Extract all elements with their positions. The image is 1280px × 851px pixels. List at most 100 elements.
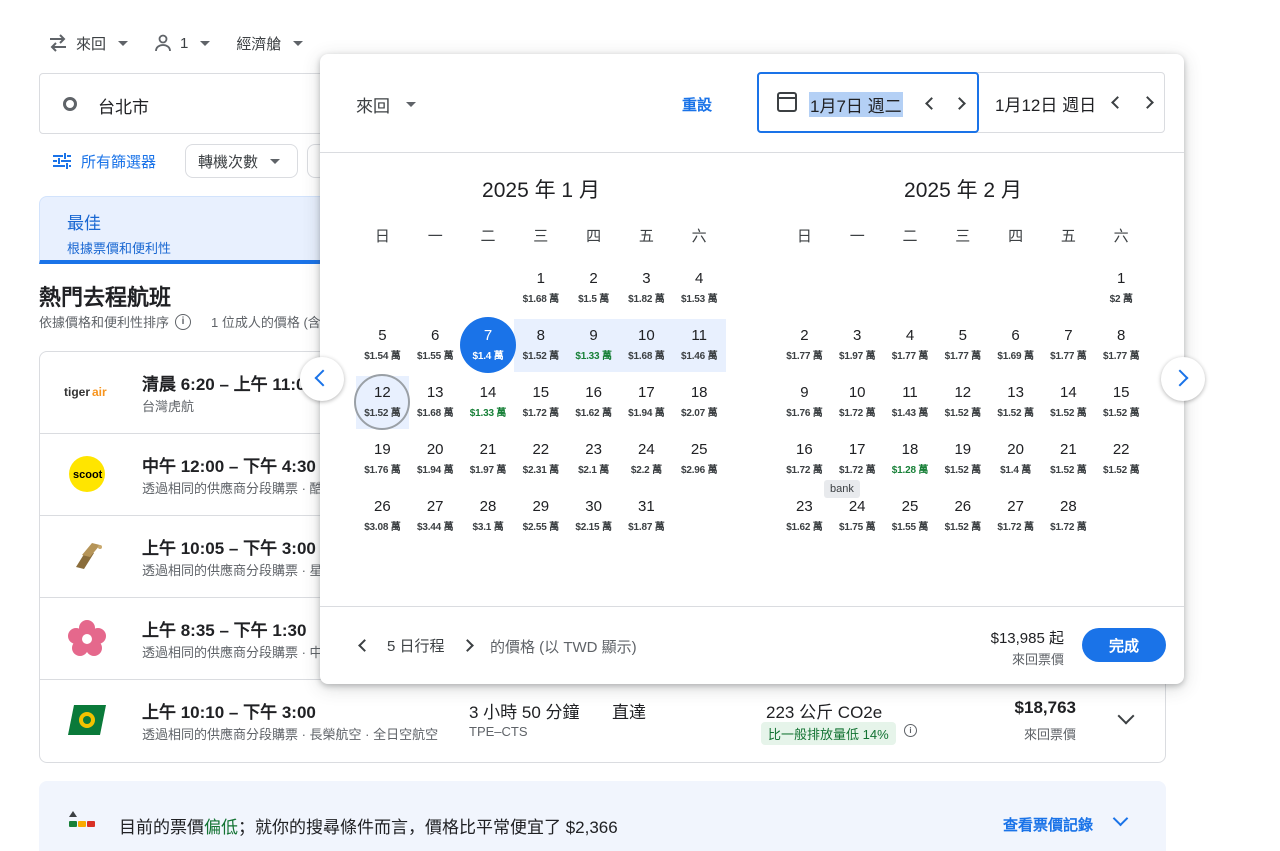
calendar-day[interactable]: 18 $1.28 萬 xyxy=(884,431,937,488)
calendar-day[interactable]: 26 $3.08 萬 xyxy=(356,488,409,545)
calendar-day[interactable]: 27 $1.72 萬 xyxy=(989,488,1042,545)
calendar-day[interactable]: 1 $2 萬 xyxy=(1095,260,1148,317)
day-number: 11 xyxy=(691,327,707,344)
calendar-day[interactable]: 14 $1.33 萬 xyxy=(462,374,515,431)
calendar-day[interactable]: 5 $1.77 萬 xyxy=(936,317,989,374)
calendar-day[interactable]: 25 $2.96 萬 xyxy=(673,431,726,488)
tab-best[interactable]: 最佳 根據票價和便利性 xyxy=(39,196,339,264)
calendar-day[interactable]: 12 $1.52 萬 xyxy=(936,374,989,431)
calendar-day[interactable]: 9 $1.33 萬 xyxy=(567,317,620,374)
calendar-day[interactable]: 3 $1.82 萬 xyxy=(620,260,673,317)
day-price: $1.72 萬 xyxy=(997,522,1034,533)
calendar-day[interactable]: 4 $1.53 萬 xyxy=(673,260,726,317)
chevron-down-icon[interactable] xyxy=(1117,707,1135,725)
person-icon xyxy=(155,34,171,52)
passengers-select[interactable]: 1 xyxy=(154,30,211,56)
calendar-day[interactable]: 6 $1.55 萬 xyxy=(409,317,462,374)
calendar-day[interactable]: 7 $1.4 萬 xyxy=(459,317,516,374)
flight-airline: 透過相同的供應商分段購票 · 星 xyxy=(142,563,323,578)
day-price: $1.94 萬 xyxy=(628,408,665,419)
calendar-day[interactable]: 3 $1.97 萬 xyxy=(831,317,884,374)
calendar-day[interactable]: 28 $3.1 萬 xyxy=(462,488,515,545)
prev-day-icon[interactable] xyxy=(925,97,938,110)
calendar-day[interactable]: 15 $1.72 萬 xyxy=(514,374,567,431)
calendar-day[interactable]: 11 $1.46 萬 xyxy=(672,317,726,374)
chevron-right-icon xyxy=(1171,369,1189,387)
calendar-day[interactable]: 5 $1.54 萬 xyxy=(356,317,409,374)
empty-cell xyxy=(884,260,937,317)
calendar-day[interactable]: 13 $1.52 萬 xyxy=(989,374,1042,431)
calendar-day[interactable]: 16 $1.62 萬 xyxy=(567,374,620,431)
calendar-day[interactable]: 7 $1.77 萬 xyxy=(1042,317,1095,374)
origin-circle-icon xyxy=(63,97,77,111)
next-length-icon[interactable] xyxy=(460,639,474,652)
calendar-day[interactable]: 10 $1.72 萬 xyxy=(831,374,884,431)
price-history-link[interactable]: 查看票價記錄 xyxy=(1003,814,1093,835)
calendar-day[interactable]: 4 $1.77 萬 xyxy=(884,317,937,374)
info-icon[interactable]: i xyxy=(904,724,917,737)
day-price: $1.72 萬 xyxy=(786,465,823,476)
calendar-day[interactable]: 20 $1.94 萬 xyxy=(409,431,462,488)
day-price: $1.72 萬 xyxy=(522,408,560,419)
calendar-day[interactable]: 15 $1.52 萬 xyxy=(1095,374,1148,431)
calendar-day[interactable]: 14 $1.52 萬 xyxy=(1042,374,1095,431)
calendar-day[interactable]: 29 $2.55 萬 xyxy=(514,488,567,545)
day-price: $1.62 萬 xyxy=(786,522,823,533)
calendar-day[interactable]: 21 $1.97 萬 xyxy=(462,431,515,488)
day-price: $1.68 萬 xyxy=(628,351,665,362)
calendar-day[interactable]: 18 $2.07 萬 xyxy=(673,374,726,431)
prev-length-icon[interactable] xyxy=(358,639,371,652)
from-price-type: 來回票價 xyxy=(1011,652,1064,667)
calendar-day[interactable]: 25 $1.55 萬 xyxy=(884,488,937,545)
prev-month-button[interactable] xyxy=(300,357,344,401)
flight-row[interactable]: 上午 10:10 – 下午 3:00 透過相同的供應商分段購票 · 長榮航空 ·… xyxy=(40,680,1165,762)
stops-filter-chip[interactable]: 轉機次數 xyxy=(185,144,298,178)
reset-button[interactable]: 重設 xyxy=(682,94,712,115)
picker-trip-type-select[interactable]: 來回 xyxy=(356,92,416,117)
prev-day-icon[interactable] xyxy=(1111,96,1124,109)
calendar-day[interactable]: 27 $3.44 萬 xyxy=(409,488,462,545)
calendar-day[interactable]: 2 $1.77 萬 xyxy=(778,317,831,374)
calendar-day[interactable]: 17 $1.94 萬 xyxy=(620,374,673,431)
day-price: $2.07 萬 xyxy=(680,408,718,419)
next-month-button[interactable] xyxy=(1161,357,1205,401)
calendar-day[interactable]: 22 $1.52 萬 xyxy=(1095,431,1148,488)
calendar-day[interactable]: 19 $1.52 萬 xyxy=(936,431,989,488)
calendar-day[interactable]: 28 $1.72 萬 xyxy=(1042,488,1095,545)
calendar-day[interactable]: 26 $1.52 萬 xyxy=(936,488,989,545)
trip-type-select[interactable]: 來回 xyxy=(48,30,129,56)
calendar-day[interactable]: 24 $2.2 萬 xyxy=(620,431,673,488)
calendar-day[interactable]: 11 $1.43 萬 xyxy=(884,374,937,431)
calendar-day[interactable]: 16 $1.72 萬 xyxy=(778,431,831,488)
day-number: 28 xyxy=(479,498,497,515)
day-price: $1.52 萬 xyxy=(1102,465,1140,476)
calendar-day[interactable]: 9 $1.76 萬 xyxy=(778,374,831,431)
calendar-day[interactable]: 8 $1.77 萬 xyxy=(1095,317,1148,374)
departure-date-field[interactable]: 1月7日 週二 xyxy=(757,72,979,133)
calendar-day[interactable]: 23 $2.1 萬 xyxy=(567,431,620,488)
calendar-day[interactable]: 13 $1.68 萬 xyxy=(409,374,462,431)
chevron-down-icon[interactable] xyxy=(1112,810,1129,827)
all-filters-button[interactable]: 所有篩選器 xyxy=(53,151,156,172)
calendar-day[interactable]: 19 $1.76 萬 xyxy=(356,431,409,488)
calendar-day[interactable]: 6 $1.69 萬 xyxy=(989,317,1042,374)
calendar-day[interactable]: 2 $1.5 萬 xyxy=(567,260,620,317)
calendar-day[interactable]: 21 $1.52 萬 xyxy=(1042,431,1095,488)
calendar-day[interactable]: 31 $1.87 萬 xyxy=(620,488,673,545)
calendar-day[interactable]: 30 $2.15 萬 xyxy=(567,488,620,545)
cabin-select[interactable]: 經濟艙 xyxy=(236,30,304,56)
calendar-day[interactable]: 20 $1.4 萬 xyxy=(989,431,1042,488)
days-grid: 1 $2 萬 2 $1.77 萬 3 $1.97 萬 4 $1.77 萬 5 $1.77 萬 6 $1… xyxy=(778,260,1148,545)
done-button[interactable]: 完成 xyxy=(1082,628,1166,662)
calendar-day[interactable]: 10 $1.68 萬 xyxy=(619,317,673,374)
next-day-icon[interactable] xyxy=(1141,96,1154,109)
calendar-day[interactable]: 22 $2.31 萬 xyxy=(514,431,567,488)
calendar-day[interactable]: 8 $1.52 萬 xyxy=(514,317,567,374)
next-day-icon[interactable] xyxy=(953,97,966,110)
calendar-day[interactable]: 23 $1.62 萬 xyxy=(778,488,831,545)
calendar-day[interactable]: 12 $1.52 萬 xyxy=(354,374,411,431)
calendar-day[interactable]: 1 $1.68 萬 xyxy=(514,260,567,317)
info-icon[interactable]: i xyxy=(175,313,192,330)
return-date-value[interactable]: 1月12日 週日 xyxy=(995,91,1096,116)
empty-cell xyxy=(831,260,884,317)
